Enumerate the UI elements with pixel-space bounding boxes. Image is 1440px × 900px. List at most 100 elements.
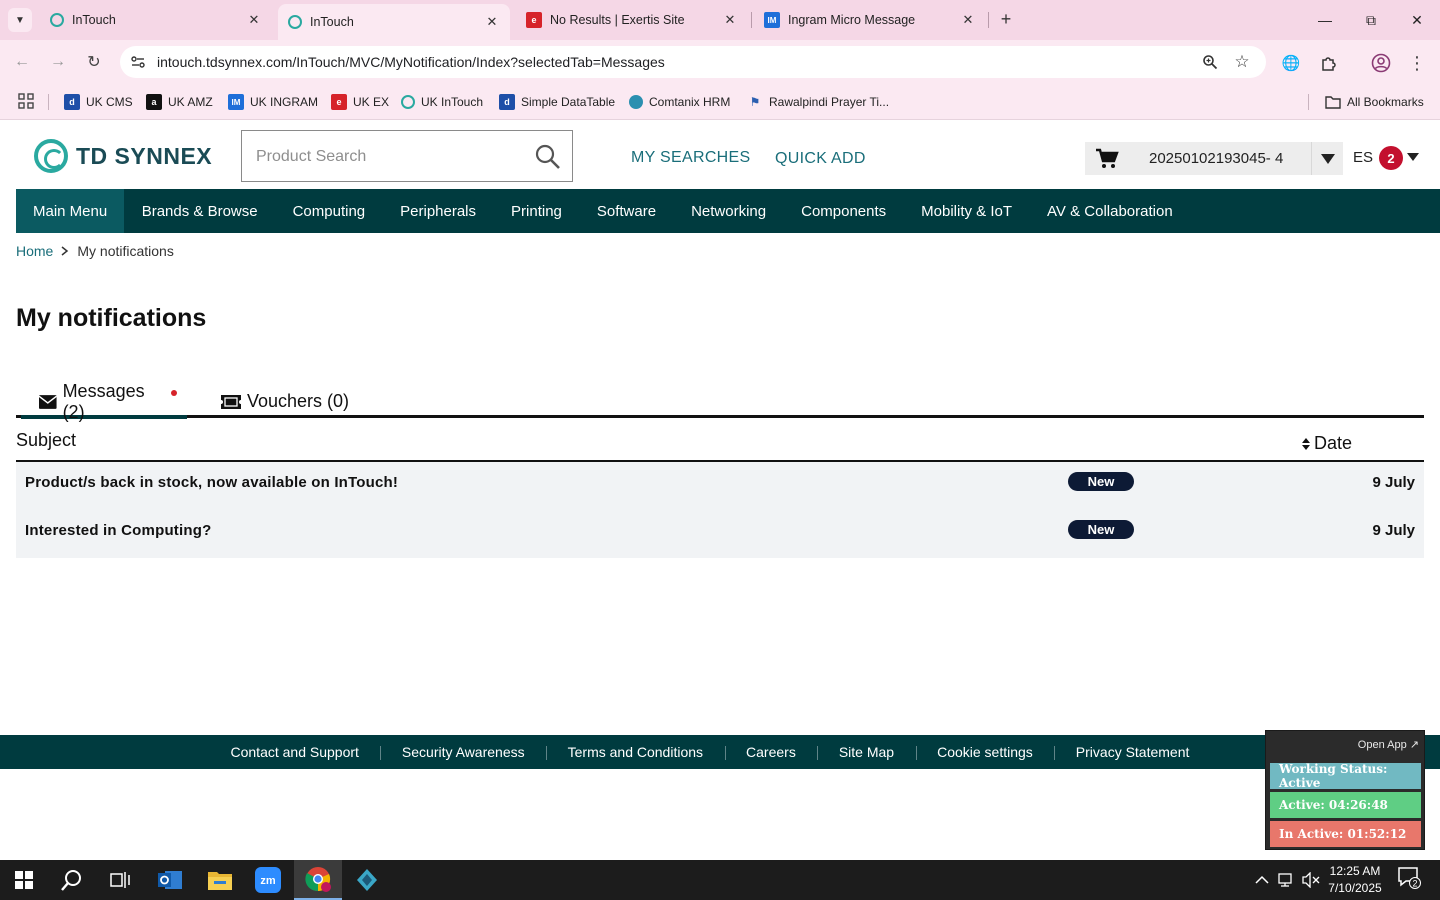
search-icon[interactable] <box>534 143 562 171</box>
footer-link-terms[interactable]: Terms and Conditions <box>546 744 724 760</box>
windows-start-icon[interactable] <box>0 860 48 900</box>
bookmark-uk-intouch[interactable]: UK InTouch <box>401 92 483 112</box>
logo-text: TD SYNNEX <box>76 142 213 169</box>
bookmark-uk-amz[interactable]: a UK AMZ <box>146 92 213 112</box>
bookmark-comtanix-hrm[interactable]: Comtanix HRM <box>629 92 730 112</box>
ingram-micro-favicon-icon: IM <box>764 12 780 28</box>
close-tab-icon[interactable]: ✕ <box>246 12 262 28</box>
bookmark-uk-ex[interactable]: e UK EX <box>331 92 389 112</box>
zoom-app-icon[interactable]: zm <box>244 860 292 900</box>
column-header-date[interactable]: Date <box>1302 433 1352 454</box>
footer-link-privacy[interactable]: Privacy Statement <box>1054 744 1211 760</box>
browser-tab-4[interactable]: IM Ingram Micro Message ✕ <box>754 4 986 36</box>
user-initials[interactable]: ES <box>1353 149 1373 166</box>
cart-dropdown-caret-icon[interactable] <box>1311 142 1343 175</box>
td-synnex-logo[interactable]: TD SYNNEX <box>34 139 212 173</box>
back-arrow-icon[interactable]: ← <box>10 50 34 74</box>
restore-icon[interactable]: ⧉ <box>1348 0 1394 40</box>
browser-tab-3[interactable]: e No Results | Exertis Site ✕ <box>516 4 748 36</box>
footer-link-security-awareness[interactable]: Security Awareness <box>380 744 546 760</box>
datatable-favicon-icon: d <box>499 94 515 110</box>
all-bookmarks-folder[interactable]: All Bookmarks <box>1325 92 1424 112</box>
footer-link-careers[interactable]: Careers <box>724 744 818 760</box>
nav-av-collaboration[interactable]: AV & Collaboration <box>1030 189 1191 233</box>
chevron-right-icon <box>61 243 69 259</box>
browser-tab-1[interactable]: InTouch ✕ <box>40 4 272 36</box>
nav-computing[interactable]: Computing <box>275 189 383 233</box>
file-explorer-icon[interactable] <box>196 860 244 900</box>
close-tab-icon[interactable]: ✕ <box>484 14 500 30</box>
bookmark-uk-ingram[interactable]: IM UK INGRAM <box>228 92 318 112</box>
row-subject[interactable]: Interested in Computing? <box>25 522 211 539</box>
bookmark-simple-datatable[interactable]: d Simple DataTable <box>499 92 615 112</box>
bookmark-label: UK INGRAM <box>250 95 319 109</box>
quick-add-link[interactable]: QUICK ADD <box>775 150 866 168</box>
extensions-puzzle-icon[interactable] <box>1318 52 1340 74</box>
table-row[interactable]: Product/s back in stock, now available o… <box>16 462 1424 510</box>
taskbar-search-icon[interactable] <box>48 860 96 900</box>
zoom-icon[interactable] <box>1200 52 1220 72</box>
table-row[interactable]: Interested in Computing? New 9 July <box>16 510 1424 558</box>
task-view-icon[interactable] <box>96 860 144 900</box>
reload-icon[interactable]: ↻ <box>82 50 106 74</box>
footer-link-site-map[interactable]: Site Map <box>817 744 915 760</box>
cart-selector[interactable]: 20250102193045- 4 <box>1085 142 1343 175</box>
nav-software[interactable]: Software <box>579 189 673 233</box>
bookmark-label: Rawalpindi Prayer Ti... <box>769 95 890 109</box>
bookmark-rawalpindi-prayer[interactable]: ⚑ Rawalpindi Prayer Ti... <box>747 92 889 112</box>
network-icon[interactable] <box>1278 871 1296 889</box>
site-info-tune-icon[interactable] <box>128 52 148 72</box>
browser-menu-kebab-icon[interactable]: ⋮ <box>1406 52 1428 74</box>
user-menu-caret-icon[interactable] <box>1407 153 1419 161</box>
volume-muted-icon[interactable] <box>1302 871 1320 889</box>
translate-globe-icon[interactable]: 🌐 <box>1280 52 1302 74</box>
nav-brands-browse[interactable]: Brands & Browse <box>124 189 275 233</box>
nav-networking[interactable]: Networking <box>674 189 784 233</box>
bookmark-label: UK AMZ <box>168 95 213 109</box>
bookmark-label: Simple DataTable <box>521 95 616 109</box>
footer-link-contact-support[interactable]: Contact and Support <box>209 744 380 760</box>
forward-arrow-icon[interactable]: → <box>46 50 70 74</box>
taskbar-clock[interactable]: 12:25 AM 7/10/2025 <box>1322 863 1388 897</box>
nav-peripherals[interactable]: Peripherals <box>383 189 494 233</box>
new-tab-plus-icon[interactable]: + <box>996 8 1016 32</box>
tab-vouchers[interactable]: Vouchers (0) <box>221 388 349 415</box>
browser-tab-2-active[interactable]: InTouch ✕ <box>278 4 510 40</box>
close-tab-icon[interactable]: ✕ <box>722 12 738 28</box>
notification-count-badge[interactable]: 2 <box>1379 146 1403 170</box>
row-subject[interactable]: Product/s back in stock, now available o… <box>25 474 398 491</box>
product-search <box>241 130 573 182</box>
tab-messages[interactable]: Messages (2) <box>21 381 187 422</box>
open-app-link[interactable]: Open App ↗ <box>1358 738 1419 751</box>
apps-grid-icon[interactable] <box>18 93 34 112</box>
inactive-time-row: In Active: 01:52:12 <box>1270 821 1421 847</box>
nav-main-menu[interactable]: Main Menu <box>16 189 125 233</box>
bookmark-label: UK CMS <box>86 95 133 109</box>
tab-title: InTouch <box>72 13 116 27</box>
product-search-input[interactable] <box>256 145 526 169</box>
url-text[interactable]: intouch.tdsynnex.com/InTouch/MVC/MyNotif… <box>157 54 665 70</box>
app-diamond-icon[interactable] <box>343 860 391 900</box>
nav-mobility-iot[interactable]: Mobility & IoT <box>904 189 1030 233</box>
breadcrumb-home-link[interactable]: Home <box>16 243 53 259</box>
tab-search-chevron-icon[interactable]: ▼ <box>8 8 32 32</box>
action-center-notifications-icon[interactable]: 2 <box>1398 867 1422 889</box>
bookmark-label: UK EX <box>353 95 390 109</box>
profile-avatar-icon[interactable] <box>1370 52 1392 74</box>
bookmark-uk-cms[interactable]: d UK CMS <box>64 92 133 112</box>
tab-title: No Results | Exertis Site <box>550 13 685 27</box>
nav-printing[interactable]: Printing <box>494 189 580 233</box>
close-window-icon[interactable]: ✕ <box>1394 0 1440 40</box>
my-searches-link[interactable]: MY SEARCHES <box>631 149 750 167</box>
chrome-icon[interactable] <box>294 860 342 900</box>
outlook-icon[interactable] <box>146 860 194 900</box>
prayer-favicon-icon: ⚑ <box>749 95 761 109</box>
bookmark-star-icon[interactable]: ☆ <box>1232 52 1252 72</box>
address-bar[interactable]: intouch.tdsynnex.com/InTouch/MVC/MyNotif… <box>120 46 1266 78</box>
minimize-icon[interactable]: — <box>1302 0 1348 40</box>
tab-separator <box>988 12 989 28</box>
tray-overflow-chevron-icon[interactable] <box>1255 871 1269 889</box>
footer-link-cookie-settings[interactable]: Cookie settings <box>915 744 1055 760</box>
close-tab-icon[interactable]: ✕ <box>960 12 976 28</box>
nav-components[interactable]: Components <box>784 189 904 233</box>
